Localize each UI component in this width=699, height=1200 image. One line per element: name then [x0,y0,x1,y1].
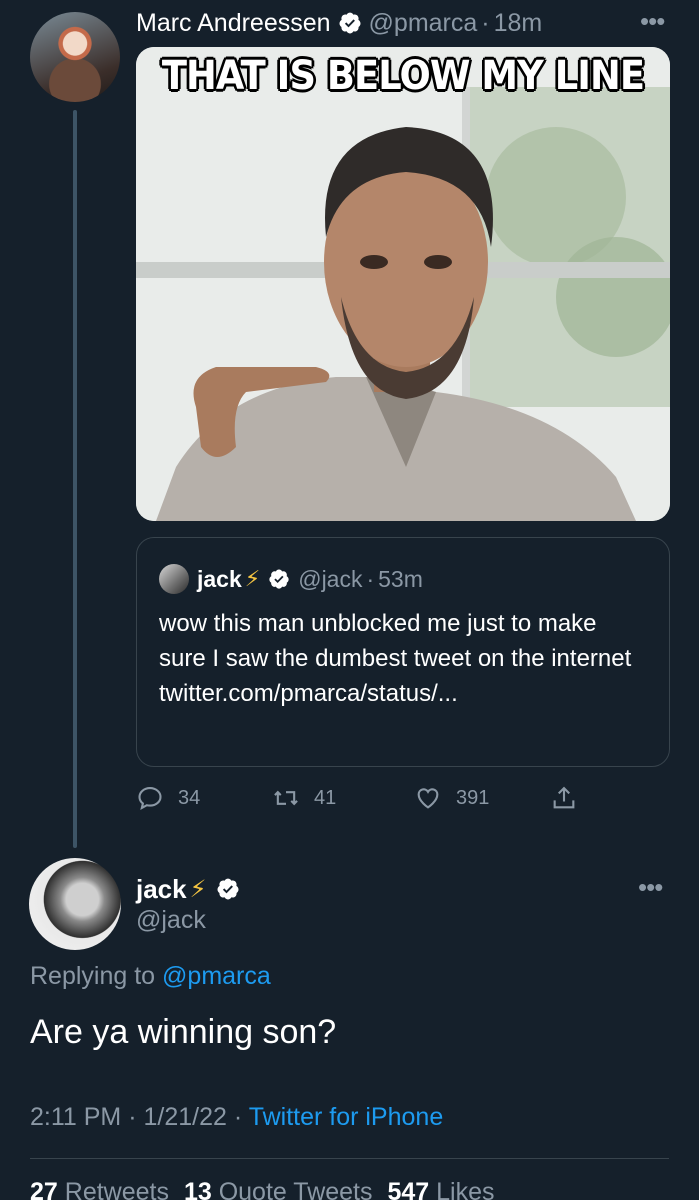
quoted-timestamp: 53m [378,565,423,592]
author-handle[interactable]: @pmarca [369,9,478,38]
tweet-metadata: 2:11 PM · 1/21/22 · Twitter for iPhone [30,1103,443,1132]
like-count: 391 [456,786,490,809]
meme-caption: THAT IS BELOW MY LINE [161,53,645,99]
share-icon [553,786,575,809]
replying-to: Replying to @pmarca [30,962,271,991]
verified-badge-icon [338,11,362,35]
tweet-stats: 27 Retweets 13 Quote Tweets 547 Likes [30,1178,495,1200]
quote-tweets-stat[interactable]: 13 Quote Tweets [184,1178,373,1200]
author-name[interactable]: jack [136,874,187,905]
share-button[interactable] [550,784,578,812]
more-options-icon[interactable]: ••• [638,872,663,903]
quoted-avatar [159,564,189,594]
client-link[interactable]: Twitter for iPhone [249,1103,444,1131]
more-options-icon[interactable]: ••• [640,6,665,37]
separator-dot: · [128,1103,137,1131]
replying-to-link[interactable]: @pmarca [162,962,271,990]
separator-dot: · [481,8,490,37]
separator-dot: · [233,1103,243,1131]
divider [30,1158,669,1159]
tweet-time[interactable]: 2:11 PM [30,1103,121,1131]
quoted-tweet[interactable]: jack ⚡ @jack · 53m wow this man unblocke… [136,537,670,767]
reply-icon [138,787,162,810]
retweets-stat[interactable]: 27 Retweets [30,1178,169,1200]
reply-count: 34 [178,786,201,809]
avatar[interactable] [29,858,121,950]
tweet-header: jack ⚡ [136,871,247,907]
tweet-action-bar: 34 41 391 [136,780,616,816]
author-name[interactable]: Marc Andreessen [136,9,331,38]
lightning-bolt-icon: ⚡ [189,875,207,903]
quoted-author-name: jack [197,565,242,592]
retweet-button[interactable]: 41 [272,784,414,812]
media-image[interactable]: THAT IS BELOW MY LINE [136,47,670,521]
timestamp[interactable]: 18m [494,9,543,38]
quoted-handle: @jack [298,565,363,592]
likes-stat[interactable]: 547 Likes [387,1178,494,1200]
reply-button[interactable]: 34 [136,784,272,812]
separator-dot: · [366,565,375,592]
like-button[interactable]: 391 [414,784,550,812]
quoted-tweet-header: jack ⚡ @jack · 53m [159,564,423,594]
verified-badge-icon [216,877,240,901]
heart-icon [417,788,439,809]
verified-badge-icon [268,568,290,590]
retweet-count: 41 [314,786,337,809]
tweet-text: Are ya winning son? [30,1013,337,1051]
tweet-date[interactable]: 1/21/22 [143,1103,226,1131]
thread-connector-line [73,110,77,848]
quoted-tweet-text: wow this man unblocked me just to make s… [159,610,632,707]
avatar[interactable] [30,12,120,102]
replying-label: Replying to [30,962,156,990]
lightning-bolt-icon: ⚡ [244,566,261,591]
author-handle[interactable]: @jack [136,906,206,935]
tweet-header: Marc Andreessen @pmarca · 18m [136,6,542,40]
retweet-icon [274,790,298,806]
